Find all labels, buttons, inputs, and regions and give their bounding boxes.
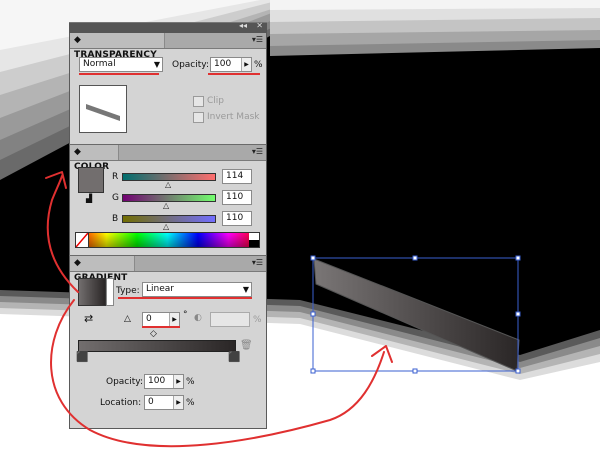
arrow-swatch-to-color bbox=[46, 175, 79, 293]
arrow-panel-to-shape bbox=[50, 299, 385, 448]
arrow-head-color bbox=[45, 171, 67, 189]
annotation-arrows bbox=[45, 171, 393, 448]
